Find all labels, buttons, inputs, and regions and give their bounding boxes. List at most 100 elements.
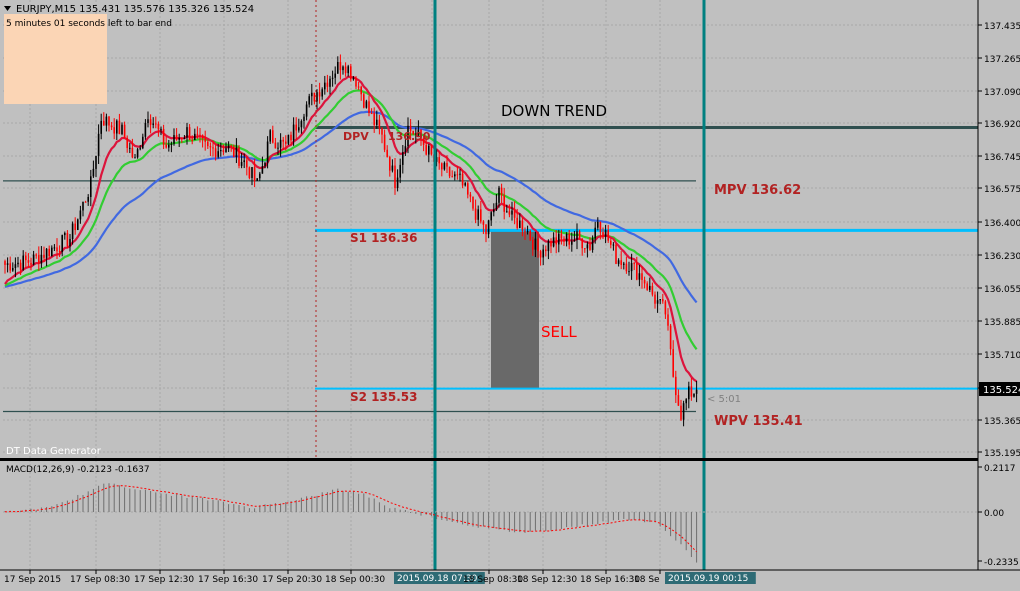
time-tick-label: 17 Sep 20:30: [262, 575, 322, 585]
macd-label: MACD(12,26,9) -0.2123 -0.1637: [6, 465, 150, 475]
candle-body: [443, 162, 446, 170]
candle-body: [688, 386, 690, 400]
candle-body: [550, 241, 552, 247]
candle-body: [677, 395, 680, 406]
candle-body: [584, 248, 586, 250]
candle-body: [311, 92, 313, 97]
candle-body: [396, 177, 399, 189]
candle-body: [207, 141, 209, 147]
price-tick-label: 137.090: [984, 88, 1020, 98]
candle-body: [339, 61, 342, 71]
candle-body: [534, 238, 537, 250]
candle-body: [693, 393, 695, 397]
dpv-label: DPV: [343, 130, 369, 143]
candle-body: [373, 113, 375, 125]
candle-body: [9, 263, 11, 271]
candle-body: [451, 176, 453, 178]
candle-body: [461, 173, 464, 186]
chart-window: 137.435 137.265 137.090 136.920 136.745 136.5…: [0, 0, 1020, 587]
candle-body: [545, 249, 547, 252]
candle-body: [394, 165, 396, 189]
candle-body: [482, 221, 485, 225]
candle-body: [162, 128, 165, 145]
candle-body: [669, 325, 672, 350]
dpv-value: 136.90: [388, 130, 431, 143]
candle-body: [347, 66, 349, 74]
candle-body: [175, 135, 178, 140]
candle-body: [568, 233, 570, 245]
time-tick-label: 17 Sep 12:30: [134, 575, 194, 585]
candle-body: [209, 146, 212, 148]
candle-body: [22, 255, 24, 270]
candle-body: [74, 223, 76, 231]
candle-body: [131, 147, 134, 158]
time-tick-label: 17 Sep 16:30: [198, 575, 258, 585]
candle-body: [602, 232, 604, 237]
candle-body: [511, 210, 513, 215]
candle-body: [560, 233, 563, 239]
candle-body: [321, 89, 323, 97]
candle-body: [45, 248, 48, 258]
macd-tick-label: -0.2335: [984, 558, 1019, 568]
candle-body: [259, 173, 261, 179]
candle-body: [628, 271, 630, 273]
candle-body: [357, 86, 360, 88]
candle-body: [342, 66, 344, 71]
candle-body: [71, 223, 74, 240]
candle-body: [503, 195, 505, 212]
candle-body: [565, 233, 568, 242]
candle-body: [682, 403, 685, 420]
candle-body: [165, 144, 167, 148]
s1-label: S1 136.36: [350, 231, 417, 245]
candle-body: [524, 230, 526, 232]
candle-body: [282, 139, 284, 142]
candle-body: [469, 194, 472, 197]
candle-body: [498, 187, 500, 203]
candle-body: [532, 239, 534, 250]
candle-body: [363, 94, 365, 108]
candle-body: [391, 165, 394, 171]
candle-body: [324, 82, 326, 90]
candle-body: [274, 142, 277, 149]
candle-body: [261, 166, 264, 174]
candle-body: [217, 151, 219, 157]
candle-body: [378, 119, 381, 129]
candle-body: [446, 162, 448, 167]
price-tick-label: 136.230: [984, 252, 1020, 262]
candle-body: [612, 244, 615, 246]
candle-body: [664, 301, 667, 315]
candle-body: [448, 166, 451, 177]
candle-body: [526, 231, 529, 233]
candle-body: [19, 262, 22, 270]
pane-separator[interactable]: [0, 458, 978, 461]
candle-body: [326, 82, 329, 87]
candle-body: [521, 220, 524, 231]
candle-body: [227, 145, 230, 149]
candle-body: [651, 285, 654, 295]
candle-body: [376, 119, 378, 125]
candle-body: [204, 138, 206, 142]
current-price-label: 135.524: [983, 385, 1020, 396]
candle-body: [381, 128, 383, 135]
candle-body: [186, 127, 188, 138]
time-tick-label: 18 Sep 08:30: [463, 575, 523, 585]
candle-body: [360, 86, 362, 95]
candle-body: [129, 147, 131, 149]
candle-body: [118, 120, 121, 135]
candle-body: [110, 125, 113, 128]
price-chart[interactable]: 137.435 137.265 137.090 136.920 136.745 136.5…: [0, 0, 1020, 587]
symbol-line: EURJPY,M15 135.431 135.576 135.326 135.5…: [16, 4, 254, 15]
candle-body: [277, 147, 279, 149]
candle-body: [183, 137, 186, 140]
candle-body: [134, 157, 136, 159]
candle-body: [662, 299, 664, 302]
candle-body: [563, 238, 565, 242]
candle-body: [607, 230, 609, 241]
candle-body: [199, 134, 201, 136]
candle-body: [285, 141, 287, 144]
price-tick-label: 136.400: [984, 219, 1020, 229]
candle-body: [675, 376, 677, 396]
candle-body: [625, 263, 628, 272]
candle-body: [147, 119, 149, 123]
candle-body: [571, 241, 573, 245]
